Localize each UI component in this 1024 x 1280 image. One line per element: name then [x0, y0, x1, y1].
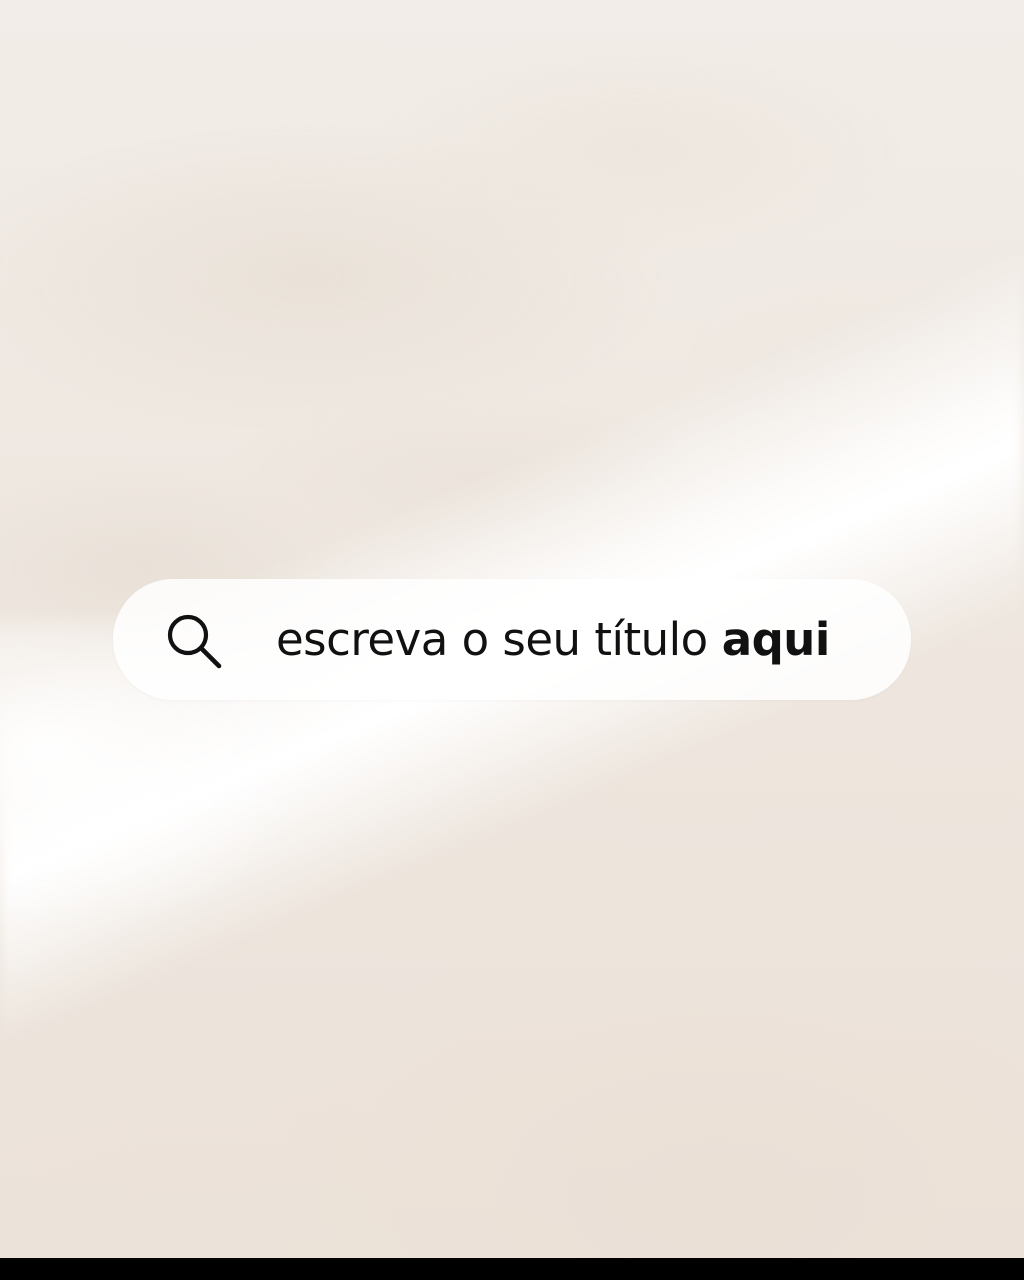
bottom-strip [0, 1258, 1024, 1280]
title-bold-text: aqui [721, 613, 831, 666]
search-bar[interactable]: escreva o seu título aqui [113, 579, 911, 700]
title-regular-text: escreva o seu título [276, 613, 708, 666]
background-image: escreva o seu título aqui [0, 0, 1024, 1258]
search-icon[interactable] [165, 612, 223, 670]
search-title: escreva o seu título aqui [276, 579, 830, 700]
